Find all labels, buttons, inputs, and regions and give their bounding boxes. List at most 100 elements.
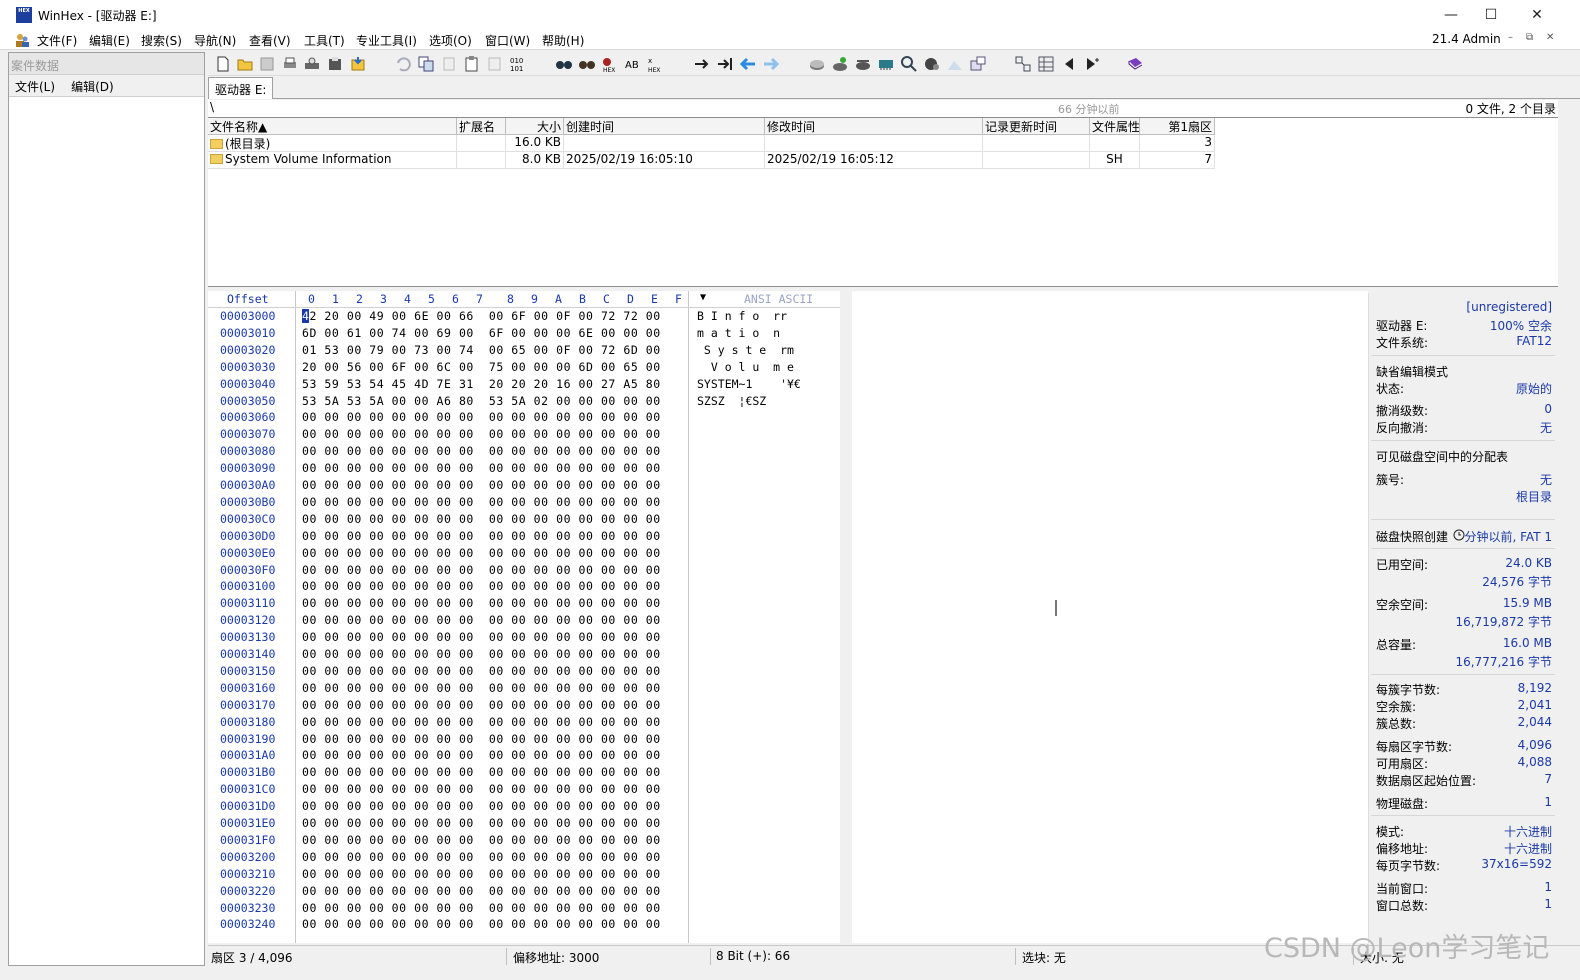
hex-row[interactable]: 00 00 00 00 00 00 00 00 00 00 00 00 00 0… — [302, 850, 661, 864]
hex-row[interactable]: 00 00 00 00 00 00 00 00 00 00 00 00 00 0… — [302, 816, 661, 830]
hex-row[interactable]: 00 00 00 00 00 00 00 00 00 00 00 00 00 0… — [302, 799, 661, 813]
hex-row[interactable]: 53 59 53 54 45 4D 7E 31 20 20 20 16 00 2… — [302, 377, 661, 391]
col-header-created[interactable]: 创建时间 — [564, 118, 765, 135]
ascii-row[interactable]: SZSZ ¦€SZ — [697, 394, 766, 408]
properties-icon[interactable] — [303, 55, 321, 73]
hex-row[interactable]: 00 00 00 00 00 00 00 00 00 00 00 00 00 0… — [302, 529, 661, 543]
hex-row[interactable]: 00 00 00 00 00 00 00 00 00 00 00 00 00 0… — [302, 563, 661, 577]
goto-offset-icon[interactable] — [693, 55, 711, 73]
print-icon[interactable] — [281, 55, 299, 73]
ascii-row[interactable]: B I n f o rr — [697, 309, 787, 323]
hex-row[interactable]: 00 00 00 00 00 00 00 00 00 00 00 00 00 0… — [302, 901, 661, 915]
forward-icon[interactable] — [762, 55, 780, 73]
hex-row[interactable]: 00 00 00 00 00 00 00 00 00 00 00 00 00 0… — [302, 478, 661, 492]
paste-icon[interactable] — [463, 55, 481, 73]
help-book-icon[interactable] — [1126, 55, 1144, 73]
replace-icon[interactable]: AB — [624, 55, 642, 73]
col-header-record-updated[interactable]: 记录更新时间 — [983, 118, 1090, 135]
menu-search[interactable]: 搜索(S) — [141, 32, 182, 49]
hex-row[interactable]: 00 00 00 00 00 00 00 00 00 00 00 00 00 0… — [302, 546, 661, 560]
col-header-first-sector[interactable]: 第1扇区 — [1140, 118, 1215, 135]
close-button[interactable]: ✕ — [1514, 0, 1560, 30]
new-file-icon[interactable] — [214, 55, 232, 73]
hex-row[interactable]: 00 00 00 00 00 00 00 00 00 00 00 00 00 0… — [302, 596, 661, 610]
col-header-name[interactable]: 文件名称▲ — [208, 118, 457, 135]
open-disk-icon[interactable] — [326, 55, 344, 73]
hex-row[interactable]: 00 00 00 00 00 00 00 00 00 00 00 00 00 0… — [302, 748, 661, 762]
hex-row[interactable]: 00 00 00 00 00 00 00 00 00 00 00 00 00 0… — [302, 444, 661, 458]
ascii-row[interactable]: SYSTEM~1 '¥€ — [697, 377, 801, 391]
copy-icon[interactable] — [417, 55, 435, 73]
hex-row[interactable]: 00 00 00 00 00 00 00 00 00 00 00 00 00 0… — [302, 681, 661, 695]
search-icon[interactable] — [900, 55, 918, 73]
hex-row[interactable]: 00 00 00 00 00 00 00 00 00 00 00 00 00 0… — [302, 579, 661, 593]
ascii-dropdown-button[interactable]: ▼ — [700, 292, 706, 303]
hex-row[interactable]: 00 00 00 00 00 00 00 00 00 00 00 00 00 0… — [302, 765, 661, 779]
disk-clone-icon[interactable] — [854, 55, 872, 73]
hex-row[interactable]: 00 00 00 00 00 00 00 00 00 00 00 00 00 0… — [302, 461, 661, 475]
col-header-attributes[interactable]: 文件属性 — [1090, 118, 1140, 135]
find-icon[interactable] — [555, 55, 573, 73]
ram-icon[interactable] — [877, 55, 895, 73]
hex-row[interactable]: 6D 00 61 00 74 00 69 00 6F 00 00 00 6E 0… — [302, 326, 661, 340]
cut-icon[interactable] — [440, 55, 458, 73]
mdi-minimize-button[interactable]: – — [1508, 32, 1513, 43]
hex-row[interactable]: 00 00 00 00 00 00 00 00 00 00 00 00 00 0… — [302, 427, 661, 441]
hex-row[interactable]: 53 5A 53 5A 00 00 A6 80 53 5A 02 00 00 0… — [302, 394, 661, 408]
hex-row[interactable]: 00 00 00 00 00 00 00 00 00 00 00 00 00 0… — [302, 833, 661, 847]
template-icon[interactable] — [1037, 55, 1055, 73]
hex-row[interactable]: 00 00 00 00 00 00 00 00 00 00 00 00 00 0… — [302, 732, 661, 746]
analysis-icon[interactable] — [946, 55, 964, 73]
disk-edit-icon[interactable] — [831, 55, 849, 73]
menu-window[interactable]: 窗口(W) — [485, 32, 530, 49]
hex-row[interactable]: 42 20 00 49 00 6E 00 66 00 6F 00 0F 00 7… — [302, 309, 661, 323]
maximize-button[interactable]: ☐ — [1468, 0, 1514, 30]
hex-row[interactable]: 00 00 00 00 00 00 00 00 00 00 00 00 00 0… — [302, 495, 661, 509]
find-hex-icon[interactable]: HEX — [601, 55, 619, 73]
col-header-size[interactable]: 大小 — [506, 118, 564, 135]
case-menu-edit[interactable]: 编辑(D) — [71, 78, 114, 94]
prev-icon[interactable] — [1060, 55, 1078, 73]
hex-row[interactable]: 20 00 56 00 6F 00 6C 00 75 00 00 00 6D 0… — [302, 360, 661, 374]
menu-edit[interactable]: 编辑(E) — [89, 32, 130, 49]
mdi-restore-button[interactable]: ⧉ — [1526, 32, 1533, 43]
goto-sector-icon[interactable] — [716, 55, 734, 73]
menu-options[interactable]: 选项(O) — [429, 32, 472, 49]
users-icon[interactable] — [14, 32, 30, 48]
hex-row[interactable]: 00 00 00 00 00 00 00 00 00 00 00 00 00 0… — [302, 613, 661, 627]
save-icon[interactable] — [258, 55, 276, 73]
ascii-row[interactable]: V o l u m e — [697, 360, 794, 374]
hex-row[interactable]: 00 00 00 00 00 00 00 00 00 00 00 00 00 0… — [302, 647, 661, 661]
hex-row[interactable]: 00 00 00 00 00 00 00 00 00 00 00 00 00 0… — [302, 884, 661, 898]
col-header-ext[interactable]: 扩展名 — [457, 118, 506, 135]
disk-view-icon[interactable] — [923, 55, 941, 73]
grid-view-icon[interactable] — [1014, 55, 1032, 73]
hex-editor[interactable]: Offset 0 1 2 3 4 5 6 7 8 9 A B C D E F ▼ ANSI ASCII 000… — [208, 291, 1057, 943]
disk-icon[interactable] — [808, 55, 826, 73]
clipboard-icon[interactable] — [349, 55, 367, 73]
hex-row[interactable]: 00 00 00 00 00 00 00 00 00 00 00 00 00 0… — [302, 664, 661, 678]
open-folder-icon[interactable] — [236, 55, 254, 73]
ascii-row[interactable]: m a t i o n — [697, 326, 780, 340]
tab-drive-e[interactable]: 驱动器 E: — [208, 77, 274, 99]
menu-help[interactable]: 帮助(H) — [542, 32, 584, 49]
hex-row[interactable]: 00 00 00 00 00 00 00 00 00 00 00 00 00 0… — [302, 715, 661, 729]
hash-icon[interactable] — [969, 55, 987, 73]
hex-row[interactable]: 01 53 00 79 00 73 00 74 00 65 00 0F 00 7… — [302, 343, 661, 357]
hex-row[interactable]: 00 00 00 00 00 00 00 00 00 00 00 00 00 0… — [302, 782, 661, 796]
binary-icon[interactable]: 010101 — [509, 55, 527, 73]
back-icon[interactable] — [739, 55, 757, 73]
paste-special-icon[interactable] — [486, 55, 504, 73]
next-icon[interactable] — [1083, 55, 1101, 73]
replace-hex-icon[interactable]: x HEX — [647, 55, 665, 73]
find-next-icon[interactable] — [578, 55, 596, 73]
case-menu-file[interactable]: 文件(L) — [15, 78, 55, 94]
hex-row[interactable]: 00 00 00 00 00 00 00 00 00 00 00 00 00 0… — [302, 698, 661, 712]
menu-tools[interactable]: 工具(T) — [304, 32, 345, 49]
undo-icon[interactable] — [394, 55, 412, 73]
ascii-row[interactable]: S y s t e rm — [697, 343, 794, 357]
mdi-close-button[interactable]: ✕ — [1546, 32, 1554, 43]
menu-view[interactable]: 查看(V) — [249, 32, 291, 49]
hex-row[interactable]: 00 00 00 00 00 00 00 00 00 00 00 00 00 0… — [302, 630, 661, 644]
col-header-modified[interactable]: 修改时间 — [765, 118, 983, 135]
